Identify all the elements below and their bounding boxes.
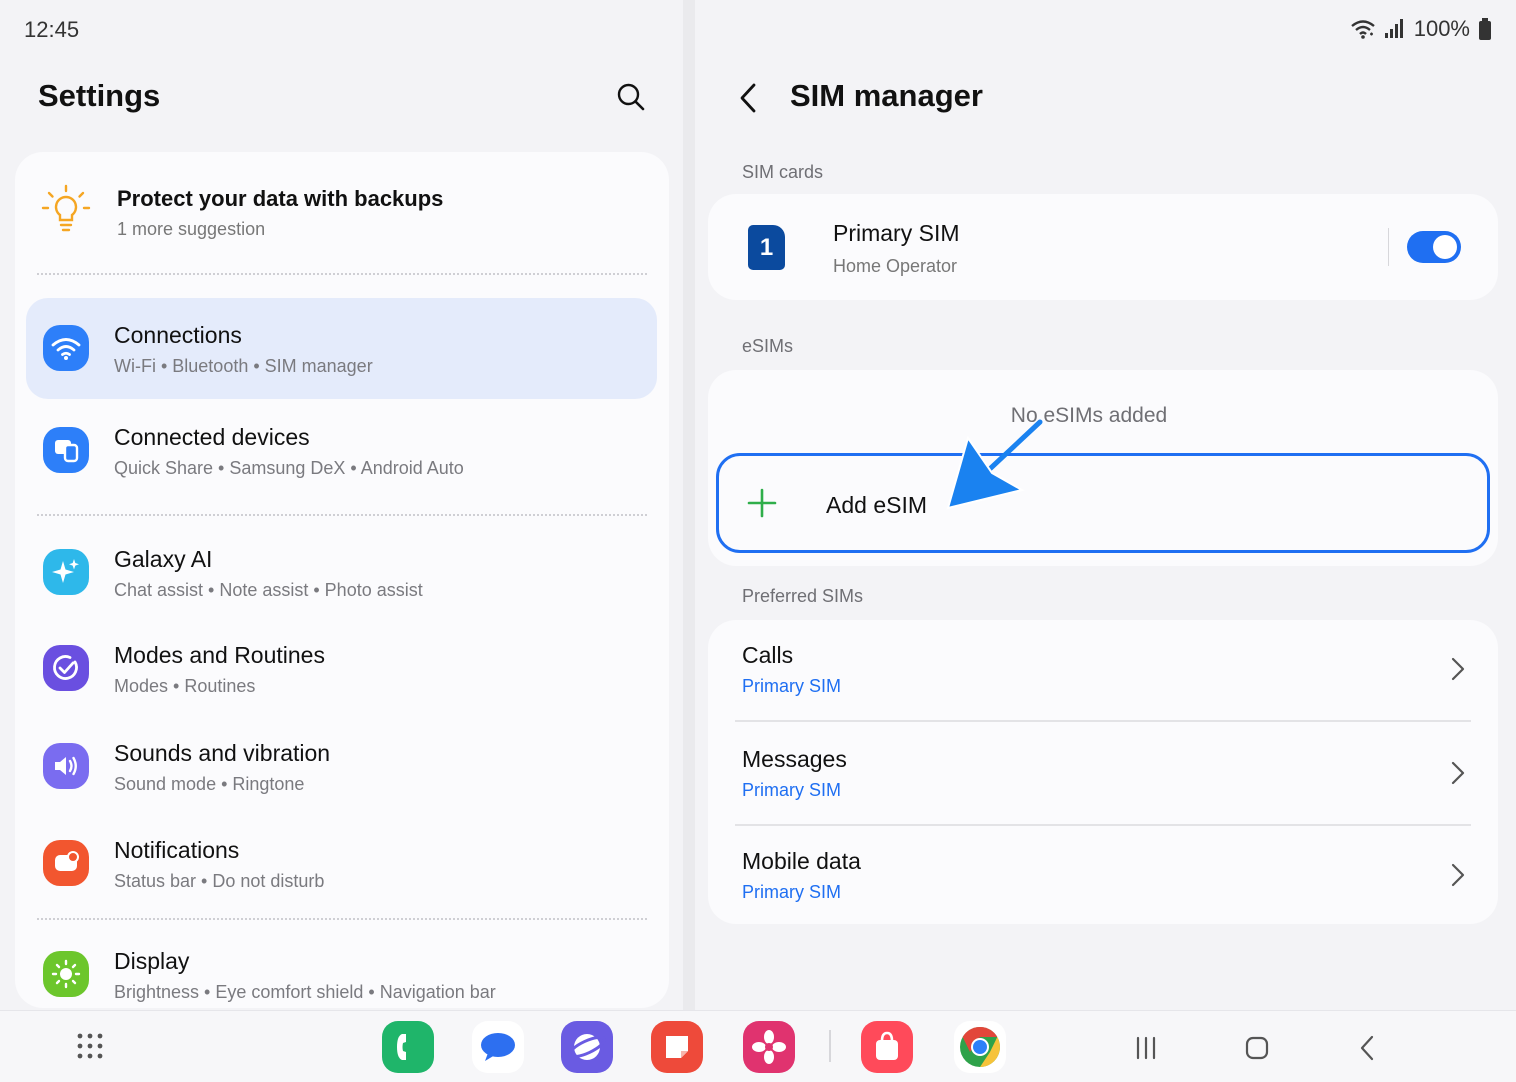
item-title: Display: [114, 948, 190, 974]
chevron-left-icon: [1360, 1035, 1374, 1061]
item-subtitle: Wi-Fi • Bluetooth • SIM manager: [114, 356, 373, 376]
pane-divider[interactable]: [683, 0, 695, 1010]
back-button[interactable]: [728, 78, 768, 118]
gallery-app[interactable]: [743, 1021, 795, 1073]
item-subtitle: Quick Share • Samsung DeX • Android Auto: [114, 458, 464, 478]
item-subtitle: Modes • Routines: [114, 676, 256, 696]
item-title: Sounds and vibration: [114, 740, 331, 766]
chevron-left-icon: [740, 83, 756, 113]
phone-app[interactable]: [382, 1021, 434, 1073]
chrome-app[interactable]: [954, 1021, 1006, 1073]
signal-icon: [1384, 19, 1403, 38]
recents-button[interactable]: [1128, 1030, 1164, 1066]
chevron-right-icon: [1451, 863, 1465, 887]
home-icon: [1245, 1036, 1269, 1060]
notification-icon: [43, 840, 89, 886]
speaker-icon: [43, 743, 89, 789]
settings-item-sounds[interactable]: Sounds and vibration Sound mode • Ringto…: [26, 716, 657, 817]
no-esims-text: No eSIMs added: [1010, 404, 1168, 427]
pointer-arrow-icon: [946, 419, 1043, 510]
primary-sim-card[interactable]: [708, 194, 1498, 300]
app-drawer-button[interactable]: [72, 1028, 108, 1064]
sim-card-icon: 1: [748, 225, 785, 270]
item-subtitle: Brightness • Eye comfort shield • Naviga…: [114, 982, 496, 1002]
phone-icon: [397, 1034, 406, 1060]
lightbulb-icon: [41, 184, 91, 232]
notes-app[interactable]: [651, 1021, 703, 1073]
sun-icon: [43, 951, 89, 997]
sim-operator: Home Operator: [833, 256, 958, 276]
item-title: Connections: [114, 322, 242, 348]
chevron-right-icon: [1451, 657, 1465, 681]
search-button[interactable]: [612, 78, 650, 116]
pref-title: Mobile data: [742, 848, 861, 874]
status-time: 12:45: [24, 17, 80, 42]
pref-value: Primary SIM: [742, 676, 841, 696]
divider: [37, 918, 647, 920]
nav-back-button[interactable]: [1350, 1030, 1386, 1066]
chat-bubble-icon: [481, 1033, 515, 1061]
settings-item-modes-routines[interactable]: Modes and Routines Modes • Routines: [26, 618, 657, 719]
pref-title: Messages: [742, 746, 847, 772]
chevron-right-icon: [1451, 761, 1465, 785]
sparkle-icon: [43, 549, 89, 595]
settings-item-connections[interactable]: Connections Wi-Fi • Bluetooth • SIM mana…: [26, 298, 657, 399]
galaxy-store-app[interactable]: [861, 1021, 913, 1073]
item-title: Notifications: [114, 837, 240, 863]
home-button[interactable]: [1239, 1030, 1275, 1066]
backup-suggestion[interactable]: [30, 170, 650, 260]
grid-icon: [77, 1033, 103, 1059]
preferred-calls[interactable]: Calls Primary SIM: [708, 620, 1498, 722]
item-subtitle: Status bar • Do not disturb: [114, 871, 325, 891]
suggestion-title: Protect your data with backups: [117, 186, 444, 211]
pref-value: Primary SIM: [742, 780, 841, 800]
primary-sim-toggle[interactable]: [1407, 231, 1461, 263]
item-title: Modes and Routines: [114, 642, 325, 668]
esims-label: eSIMs: [742, 336, 794, 356]
check-circle-icon: [43, 645, 89, 691]
divider: [37, 273, 647, 275]
divider: [37, 514, 647, 516]
dock-separator: [829, 1030, 831, 1062]
settings-item-connected-devices[interactable]: Connected devices Quick Share • Samsung …: [26, 400, 657, 501]
toggle-knob: [1433, 235, 1457, 259]
preferred-sims-label: Preferred SIMs: [742, 586, 864, 606]
pref-value: Primary SIM: [742, 882, 841, 902]
preferred-messages[interactable]: Messages Primary SIM: [708, 724, 1498, 826]
item-subtitle: Chat assist • Note assist • Photo assist: [114, 580, 423, 600]
internet-app[interactable]: [561, 1021, 613, 1073]
sim-name: Primary SIM: [833, 220, 960, 246]
planet-icon: [568, 1034, 606, 1060]
recents-icon: [1136, 1036, 1156, 1060]
settings-item-notifications[interactable]: Notifications Status bar • Do not distur…: [26, 813, 657, 914]
add-esim-button[interactable]: Add eSIM: [716, 453, 1490, 553]
sim-cards-label: SIM cards: [742, 162, 824, 182]
divider: [1388, 228, 1389, 266]
wifi-icon: [1350, 20, 1375, 39]
settings-item-display[interactable]: Display Brightness • Eye comfort shield …: [26, 924, 657, 1008]
add-esim-label: Add eSIM: [826, 492, 927, 518]
flower-icon: [752, 1030, 786, 1064]
devices-icon: [43, 427, 89, 473]
preferred-mobile-data[interactable]: Mobile data Primary SIM: [708, 826, 1498, 928]
plus-icon: [747, 488, 777, 518]
item-subtitle: Sound mode • Ringtone: [114, 774, 305, 794]
status-icons: 100%: [1350, 16, 1492, 42]
messages-app[interactable]: [472, 1021, 524, 1073]
pref-title: Calls: [742, 642, 794, 668]
item-title: Galaxy AI: [114, 546, 213, 572]
divider: [735, 720, 1471, 722]
wifi-icon: [43, 325, 89, 371]
suggestion-subtitle: 1 more suggestion: [117, 219, 266, 239]
item-title: Connected devices: [114, 424, 310, 450]
battery-icon: [1479, 18, 1491, 40]
shopping-bag-icon: [876, 1031, 898, 1060]
search-icon: [617, 83, 645, 111]
settings-item-galaxy-ai[interactable]: Galaxy AI Chat assist • Note assist • Ph…: [26, 522, 657, 623]
battery-percent: 100%: [1413, 16, 1470, 41]
chrome-icon: [960, 1027, 1000, 1067]
sim-manager-title: SIM manager: [790, 78, 983, 113]
note-icon: [666, 1036, 688, 1058]
page-title: Settings: [38, 78, 161, 113]
